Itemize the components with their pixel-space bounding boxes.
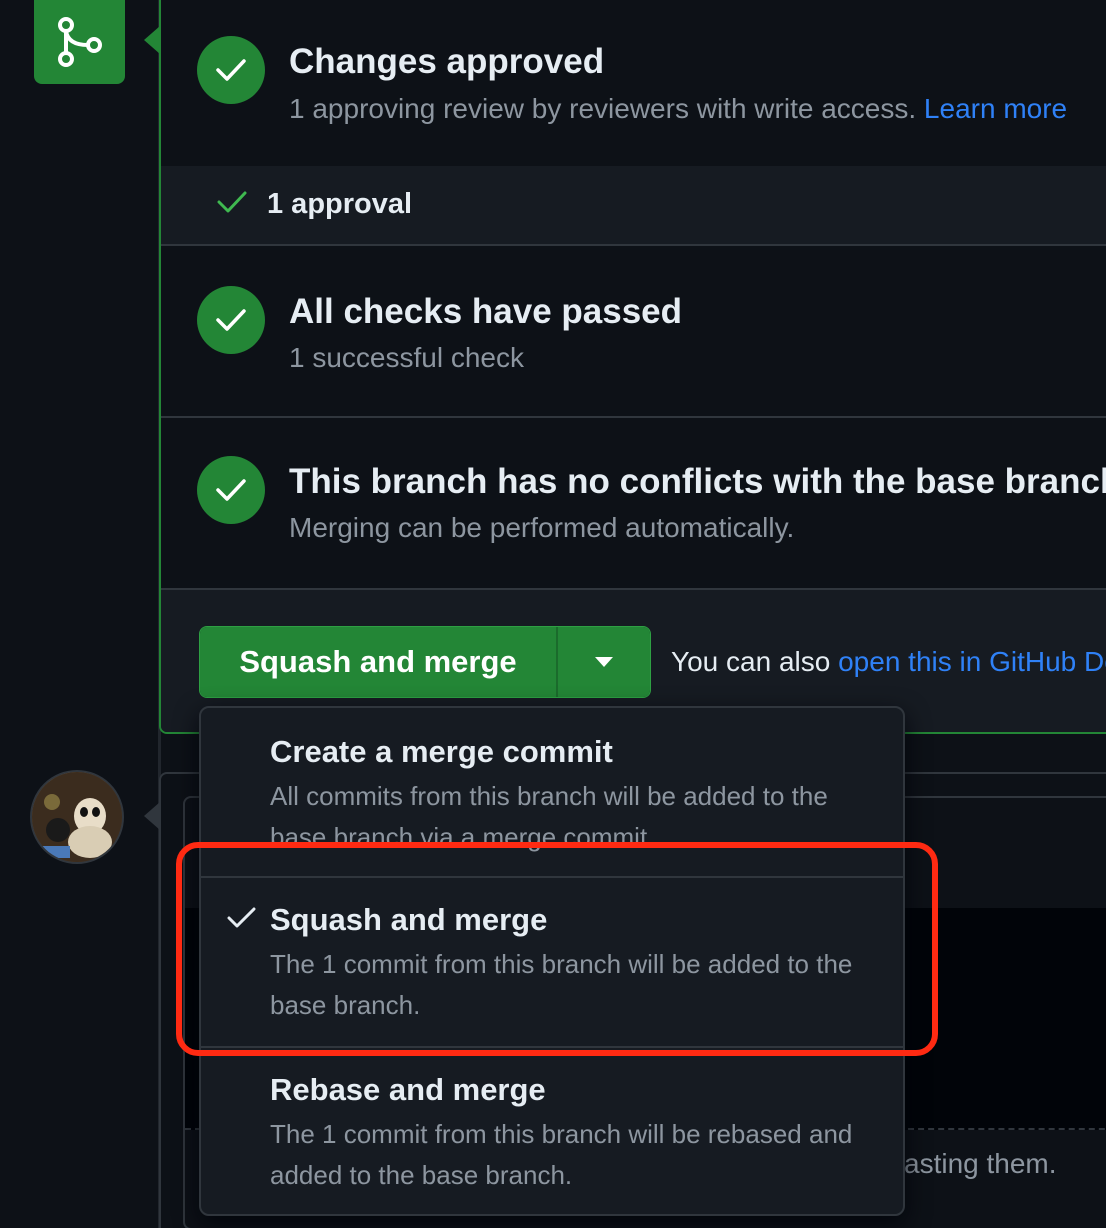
learn-more-link[interactable]: Learn more	[924, 93, 1067, 124]
approval-check-icon	[217, 191, 247, 213]
merge-button-group: Squash and merge	[199, 626, 651, 698]
comment-hint-text: asting them.	[904, 1148, 1057, 1179]
option-description: The 1 commit from this branch will be re…	[270, 1119, 853, 1190]
option-title: Create a merge commit	[270, 734, 613, 769]
selected-check-icon	[227, 907, 256, 928]
option-title: Squash and merge	[270, 902, 548, 937]
approved-check-icon	[197, 36, 265, 104]
conflicts-title: This branch has no conflicts with the ba…	[289, 462, 1106, 501]
approvals-row[interactable]: 1 approval	[161, 166, 1106, 246]
open-in-desktop-link[interactable]: open this in GitHub Desktop	[838, 646, 1106, 677]
squash-and-merge-button[interactable]: Squash and merge	[200, 627, 558, 697]
checks-subtitle: 1 successful check	[289, 342, 524, 373]
avatar-image	[32, 772, 122, 862]
reviews-title: Changes approved	[289, 42, 605, 81]
reviews-subtitle-text: 1 approving review by reviewers with wri…	[289, 93, 917, 124]
checks-section: All checks have passed 1 successful chec…	[161, 246, 1106, 418]
conflicts-section: This branch has no conflicts with the ba…	[161, 418, 1106, 590]
merge-box: Changes approved 1 approving review by r…	[159, 0, 1106, 734]
comment-box-pointer	[144, 802, 160, 830]
caret-down-icon	[595, 657, 613, 667]
no-conflicts-icon	[197, 456, 265, 524]
also-text-label: You can also	[671, 646, 839, 677]
checks-passed-icon	[197, 286, 265, 354]
option-description: All commits from this branch will be add…	[270, 781, 828, 852]
option-description: The 1 commit from this branch will be ad…	[270, 949, 853, 1020]
reviews-subtitle: 1 approving review by reviewers with wri…	[289, 93, 1067, 125]
merge-box-pointer	[144, 26, 160, 54]
conflicts-subtitle: Merging can be performed automatically.	[289, 512, 795, 543]
merge-method-menu: Create a merge commit All commits from t…	[199, 706, 905, 1216]
menu-option-squash-and-merge[interactable]: Squash and merge The 1 commit from this …	[201, 878, 903, 1044]
pull-request-page: Changes approved 1 approving review by r…	[0, 0, 1106, 1228]
approvals-count: 1 approval	[267, 188, 413, 220]
merge-method-dropdown-button[interactable]	[558, 627, 650, 697]
option-title: Rebase and merge	[270, 1072, 546, 1107]
merge-status-icon-box	[34, 0, 125, 84]
checks-title: All checks have passed	[289, 292, 682, 331]
open-in-desktop-text: You can also open this in GitHub Desktop	[671, 646, 1106, 678]
menu-option-merge-commit[interactable]: Create a merge commit All commits from t…	[201, 708, 903, 876]
menu-option-rebase-and-merge[interactable]: Rebase and merge The 1 commit from this …	[201, 1048, 903, 1214]
avatar[interactable]	[30, 770, 124, 864]
reviews-section: Changes approved 1 approving review by r…	[161, 0, 1106, 168]
git-merge-icon	[57, 17, 102, 67]
